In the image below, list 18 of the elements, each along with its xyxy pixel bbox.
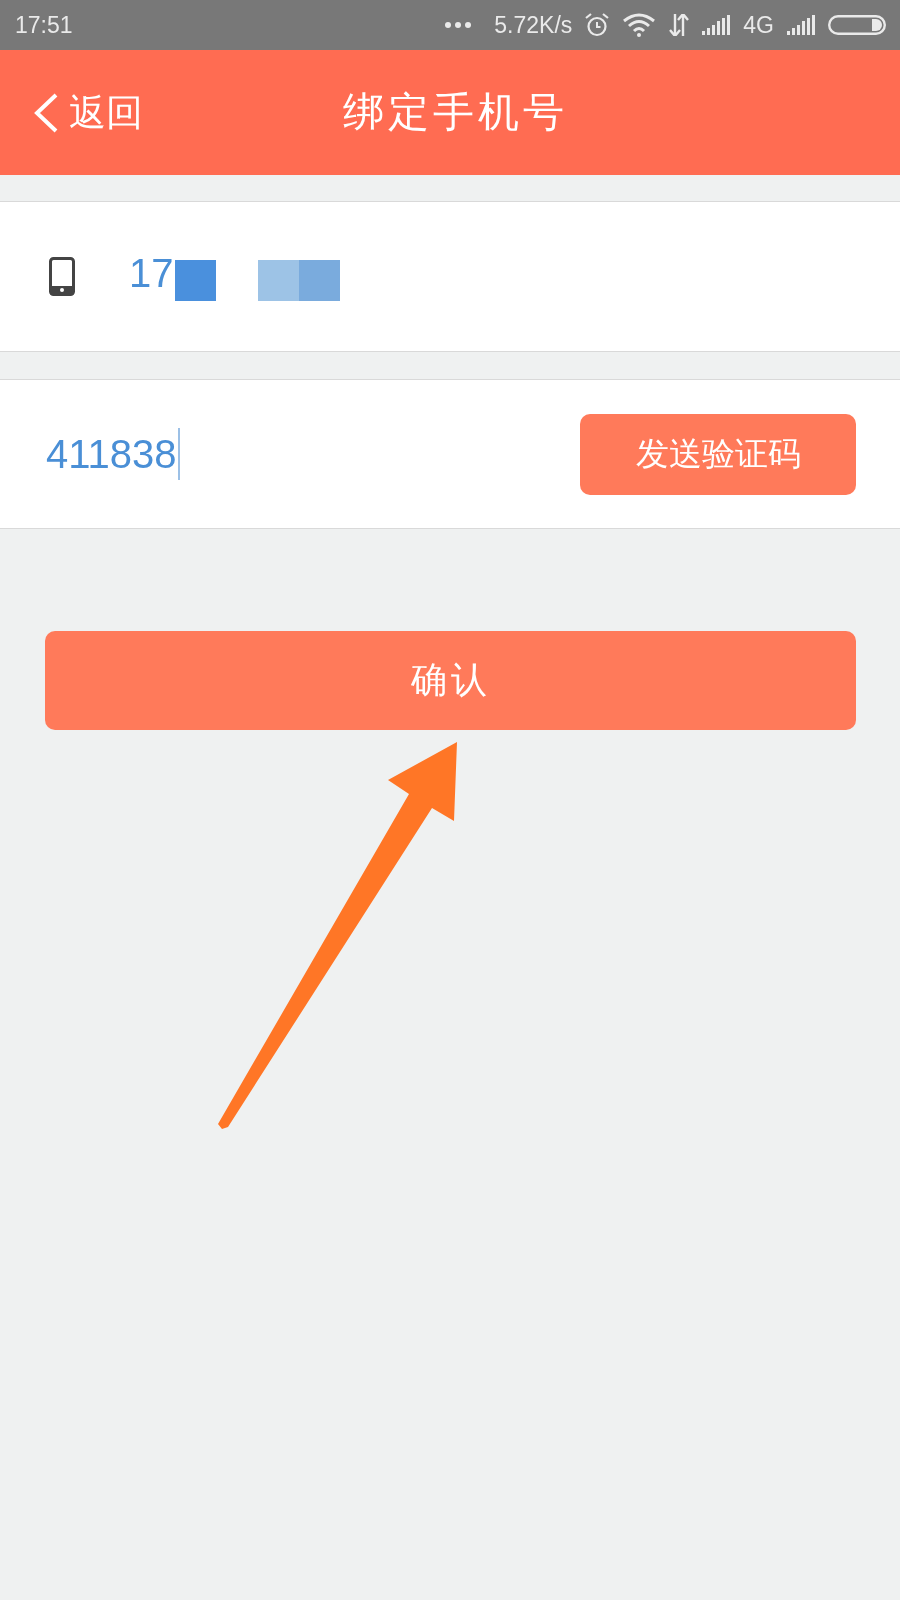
status-time: 17:51 [15,11,73,39]
page-title: 绑定手机号 [342,87,568,138]
mobile-phone-icon [49,257,75,296]
battery-icon [828,15,886,35]
verification-code-field[interactable]: 411838 [46,424,180,484]
send-code-button[interactable]: 发送验证码 [580,413,856,495]
alarm-clock-icon [585,13,610,37]
wifi-icon [622,13,657,37]
network-speed: 5.72K/s [494,11,573,39]
back-button[interactable]: 返回 [33,87,143,138]
data-arrows-icon [669,14,690,36]
signal-strength-icon [702,15,731,35]
chevron-left-icon [33,92,59,133]
phone-number-field[interactable]: 17 [129,252,340,301]
more-dots-icon [445,22,472,28]
signal-strength-icon [787,15,815,35]
network-type: 4G [743,11,774,39]
confirm-button[interactable]: 确认 [45,631,856,730]
